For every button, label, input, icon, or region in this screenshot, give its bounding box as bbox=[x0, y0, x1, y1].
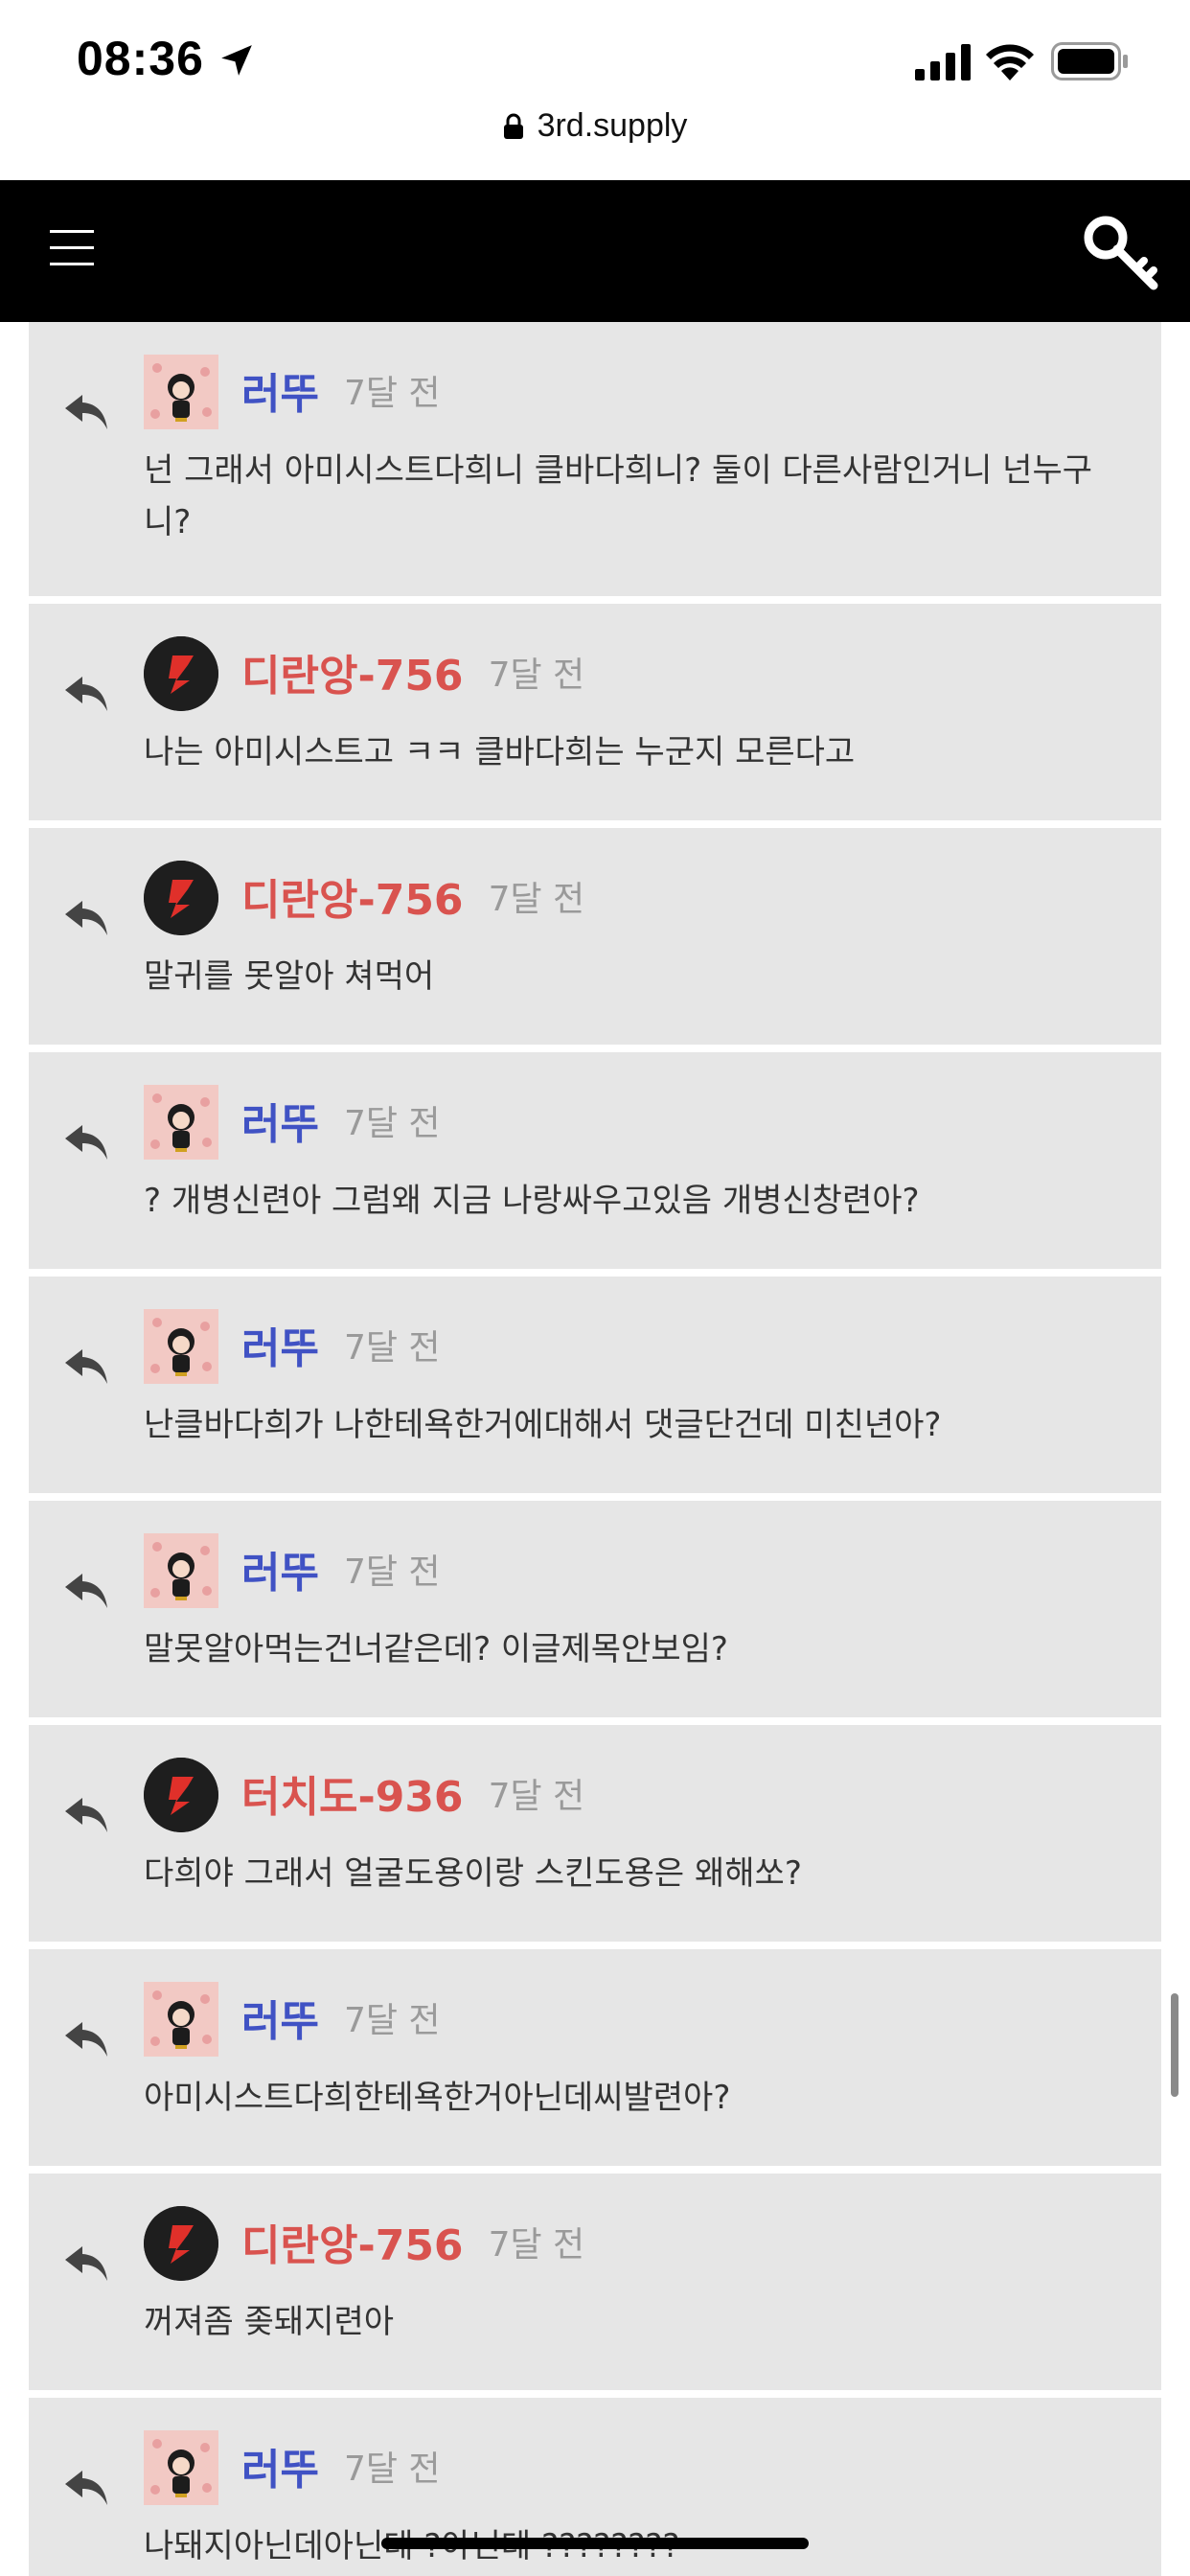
comment-card: 러뚜7달 전나돼지아닌데아닌데 ?아닌데 ???????? bbox=[29, 2398, 1161, 2576]
comment-card: 러뚜 7달 전말못알아먹는건너같은데? 이글제목안보임? bbox=[29, 1501, 1161, 1717]
comment-timestamp: 7달 전 bbox=[343, 2450, 441, 2489]
comment-meta: 러뚜 7달 전 bbox=[241, 1087, 441, 1154]
status-bar: 08:36 bbox=[0, 0, 1190, 125]
comment-timestamp: 7달 전 bbox=[488, 880, 585, 919]
reply-icon[interactable] bbox=[63, 1570, 109, 1612]
member-avatar[interactable] bbox=[144, 355, 218, 429]
comment-body: 말귀를 못알아 쳐먹어 bbox=[144, 957, 435, 996]
reply-icon[interactable] bbox=[63, 673, 109, 715]
comment-timestamp: 7달 전 bbox=[343, 374, 441, 413]
member-avatar[interactable] bbox=[144, 1982, 218, 2057]
comment-body: 꺼져좀 좆돼지련아 bbox=[144, 2303, 395, 2341]
location-arrow-icon bbox=[221, 45, 252, 76]
home-indicator[interactable] bbox=[381, 2538, 809, 2549]
comment-author[interactable]: 러뚜 bbox=[241, 2435, 319, 2496]
comment-body: 말못알아먹는건너같은데? 이글제목안보임? bbox=[144, 1630, 728, 1668]
comment-meta: 디란앙-756 7달 전 bbox=[241, 862, 584, 930]
comment-body: 아미시스트다희한테욕한거아닌데씨발련아? bbox=[144, 2079, 731, 2117]
comment-body: ? 개병신련아 그럼왜 지금 나랑싸우고있음 개병신창련아? bbox=[144, 1182, 920, 1220]
member-avatar[interactable] bbox=[144, 1533, 218, 1608]
guest-avatar-icon[interactable] bbox=[144, 861, 218, 935]
member-avatar[interactable] bbox=[144, 1309, 218, 1384]
comment-timestamp: 7달 전 bbox=[343, 1328, 441, 1368]
key-icon[interactable] bbox=[1081, 213, 1161, 293]
hamburger-menu-icon[interactable] bbox=[50, 230, 94, 270]
comment-meta: 러뚜 7달 전 bbox=[241, 1311, 441, 1378]
comment-card: 디란앙-756 7달 전말귀를 못알아 쳐먹어 bbox=[29, 828, 1161, 1045]
comment-timestamp: 7달 전 bbox=[488, 1777, 585, 1816]
reply-icon[interactable] bbox=[63, 1346, 109, 1388]
comment-timestamp: 7달 전 bbox=[488, 2225, 585, 2265]
comment-meta: 러뚜 7달 전 bbox=[241, 2432, 441, 2499]
guest-avatar-icon[interactable] bbox=[144, 2206, 218, 2281]
scrollbar-thumb[interactable] bbox=[1171, 1993, 1179, 2097]
cellular-signal-icon bbox=[915, 44, 971, 80]
comment-author[interactable]: 디란앙-756 bbox=[241, 641, 464, 702]
reply-icon[interactable] bbox=[63, 1794, 109, 1836]
comment-timestamp: 7달 전 bbox=[343, 2001, 441, 2040]
comment-timestamp: 7달 전 bbox=[488, 656, 585, 695]
comment-card: 디란앙-756 7달 전꺼져좀 좆돼지련아 bbox=[29, 2174, 1161, 2390]
reply-icon[interactable] bbox=[63, 391, 109, 433]
comment-body: 넌 그래서 아미시스트다희니 클바다희니? 둘이 다른사람인거니 넌누구니? bbox=[144, 451, 1093, 541]
comment-meta: 러뚜 7달 전 bbox=[241, 1984, 441, 2051]
comment-card: 러뚜 7달 전넌 그래서 아미시스트다희니 클바다희니? 둘이 다른사람인거니 넌… bbox=[29, 322, 1161, 596]
comment-card: 러뚜 7달 전난클바다희가 나한테욕한거에대해서 댓글단건데 미친년아? bbox=[29, 1276, 1161, 1493]
comment-meta: 디란앙-756 7달 전 bbox=[241, 638, 584, 705]
guest-avatar-icon[interactable] bbox=[144, 1758, 218, 1832]
comment-author[interactable]: 디란앙-756 bbox=[241, 865, 464, 927]
guest-avatar-icon[interactable] bbox=[144, 636, 218, 711]
reply-icon[interactable] bbox=[63, 2467, 109, 2509]
battery-icon bbox=[1051, 42, 1128, 80]
comment-card: 터치도-936 7달 전다희야 그래서 얼굴도용이랑 스킨도용은 왜해쏘? bbox=[29, 1725, 1161, 1942]
comment-list: 러뚜 7달 전넌 그래서 아미시스트다희니 클바다희니? 둘이 다른사람인거니 넌… bbox=[29, 322, 1161, 2576]
comment-timestamp: 7달 전 bbox=[343, 1104, 441, 1143]
comment-author[interactable]: 러뚜 bbox=[241, 1538, 319, 1599]
comment-timestamp: 7달 전 bbox=[343, 1552, 441, 1592]
comment-author[interactable]: 터치도-936 bbox=[241, 1762, 464, 1824]
status-time: 08:36 bbox=[77, 32, 204, 85]
comment-card: 러뚜 7달 전 ? 개병신련아 그럼왜 지금 나랑싸우고있음 개병신창련아? bbox=[29, 1052, 1161, 1269]
reply-icon[interactable] bbox=[63, 1121, 109, 1163]
comment-body: 다희야 그래서 얼굴도용이랑 스킨도용은 왜해쏘? bbox=[144, 1854, 802, 1893]
comment-body: 난클바다희가 나한테욕한거에대해서 댓글단건데 미친년아? bbox=[144, 1406, 942, 1444]
address-bar[interactable]: 3rd.supply bbox=[0, 107, 1190, 165]
comment-author[interactable]: 디란앙-756 bbox=[241, 2211, 464, 2272]
reply-icon[interactable] bbox=[63, 2018, 109, 2060]
comment-meta: 러뚜 7달 전 bbox=[241, 1535, 441, 1602]
url-text: 3rd.supply bbox=[537, 107, 688, 144]
comment-author[interactable]: 러뚜 bbox=[241, 1987, 319, 2048]
wifi-icon bbox=[986, 44, 1034, 80]
lock-icon bbox=[503, 113, 523, 139]
member-avatar[interactable] bbox=[144, 2430, 218, 2505]
comment-meta: 러뚜 7달 전 bbox=[241, 356, 441, 424]
comment-card: 러뚜 7달 전아미시스트다희한테욕한거아닌데씨발련아? bbox=[29, 1949, 1161, 2166]
comment-meta: 터치도-936 7달 전 bbox=[241, 1760, 584, 1827]
site-header bbox=[0, 180, 1190, 322]
comment-meta: 디란앙-756 7달 전 bbox=[241, 2208, 584, 2275]
comment-card: 디란앙-756 7달 전나는 아미시스트고 ㅋㅋ 클바다희는 누군지 모른다고 bbox=[29, 604, 1161, 820]
comment-author[interactable]: 러뚜 bbox=[241, 1090, 319, 1151]
reply-icon[interactable] bbox=[63, 897, 109, 939]
member-avatar[interactable] bbox=[144, 1085, 218, 1160]
reply-icon[interactable] bbox=[63, 2242, 109, 2285]
comment-author[interactable]: 러뚜 bbox=[241, 359, 319, 421]
comment-author[interactable]: 러뚜 bbox=[241, 1314, 319, 1375]
comment-body: 나는 아미시스트고 ㅋㅋ 클바다희는 누군지 모른다고 bbox=[144, 733, 856, 771]
